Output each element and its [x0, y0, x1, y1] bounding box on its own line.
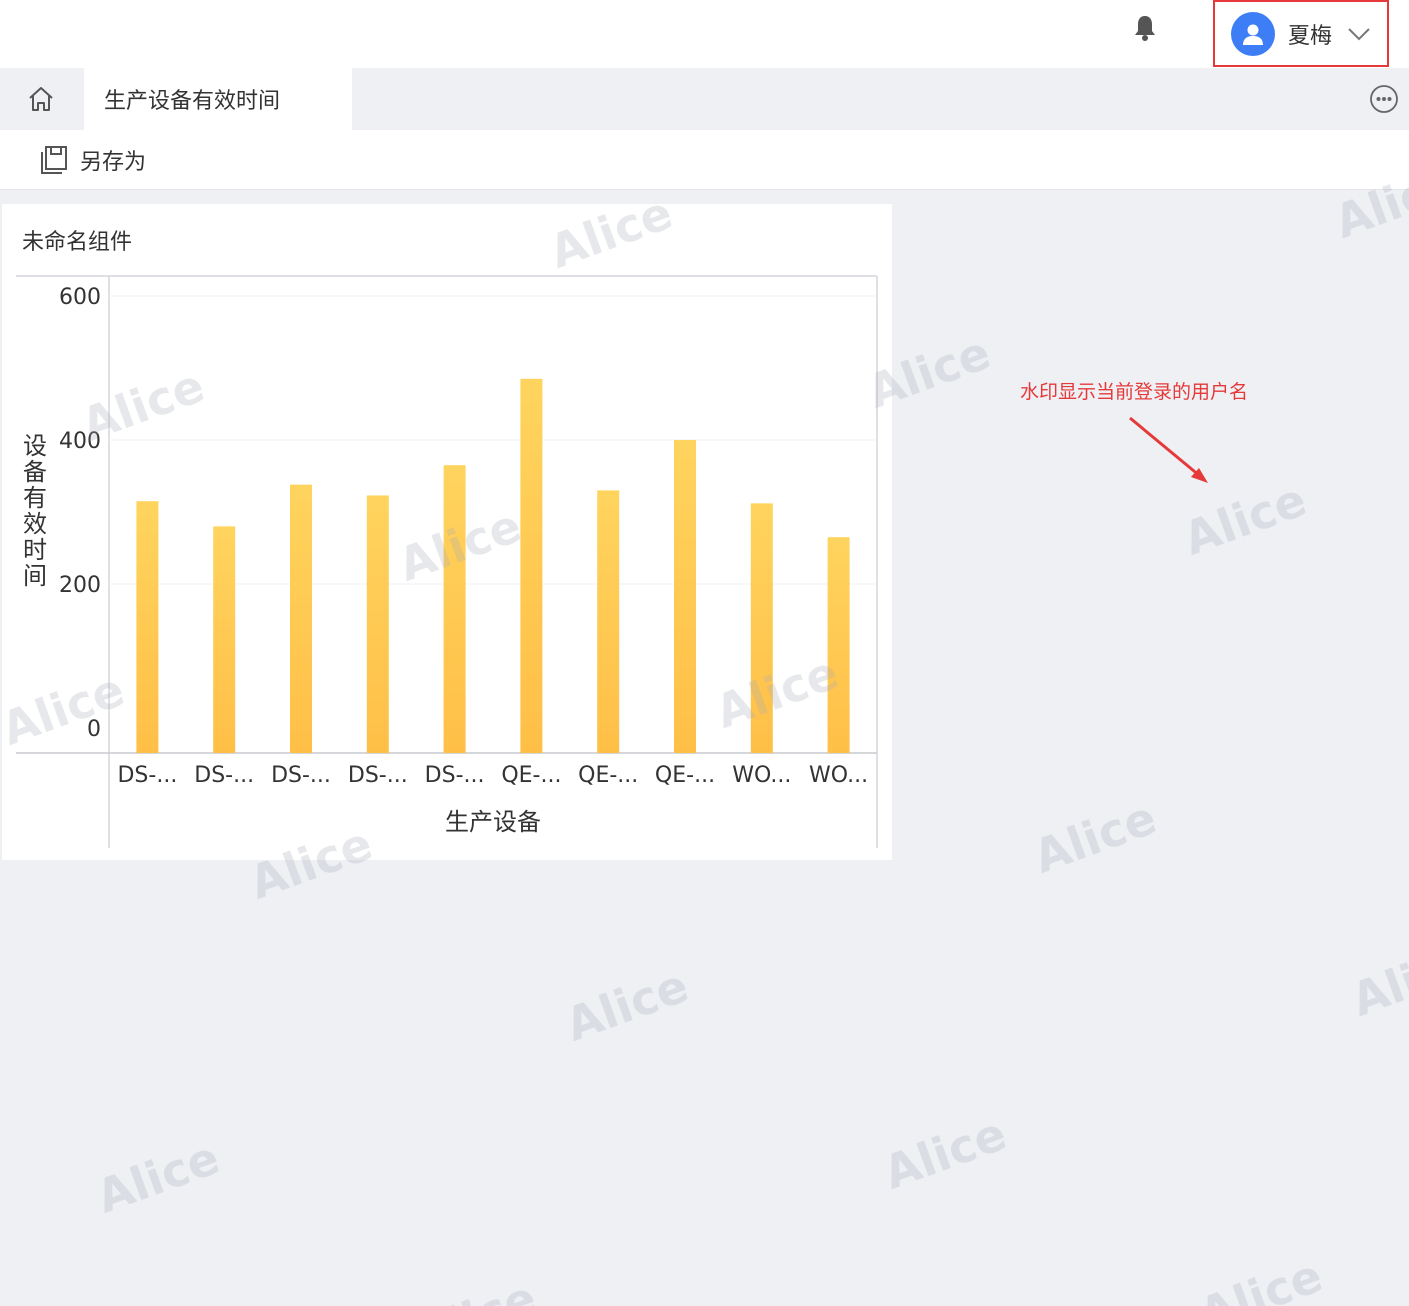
- y-axis-title-char: 间: [23, 562, 47, 590]
- annotation-arrow-icon: [1129, 416, 1208, 483]
- watermark-text: Alice: [1344, 933, 1409, 1027]
- bar: [750, 503, 773, 753]
- tab-production-equipment-time[interactable]: 生产设备有效时间: [84, 68, 352, 130]
- bell-icon[interactable]: [1132, 14, 1158, 42]
- y-axis-title-char: 有: [23, 484, 47, 512]
- y-tick-label: 400: [59, 429, 101, 454]
- bar: [443, 465, 466, 753]
- watermark-text: Alice: [1192, 1248, 1330, 1306]
- tab-label: 生产设备有效时间: [104, 89, 281, 114]
- x-tick-label: DS-...: [348, 763, 408, 788]
- user-avatar-icon: [1231, 11, 1275, 56]
- tab-bar: 生产设备有效时间: [0, 68, 1409, 130]
- y-axis-title-char: 设: [23, 432, 47, 460]
- y-axis-title-char: 时: [23, 536, 47, 564]
- x-tick-label: QE-...: [655, 763, 715, 788]
- user-menu[interactable]: 夏梅: [1213, 0, 1389, 67]
- watermark-text: Alice: [407, 1270, 544, 1306]
- y-tick-label: 600: [59, 285, 101, 310]
- home-tab[interactable]: [0, 68, 82, 130]
- top-bar: 夏梅: [0, 0, 1409, 68]
- save-as-label: 另存为: [80, 150, 147, 175]
- x-tick-label: WO...: [809, 763, 868, 788]
- toolbar: 另存为: [0, 130, 1409, 190]
- bar: [520, 378, 543, 753]
- watermark-text: Alice: [89, 1130, 227, 1224]
- y-tick-label: 200: [59, 573, 101, 598]
- annotation-text: 水印显示当前登录的用户名: [1020, 381, 1249, 403]
- x-tick-label: DS-...: [271, 763, 331, 788]
- bar: [136, 501, 159, 753]
- y-axis-title-char: 效: [23, 510, 47, 538]
- bar: [674, 440, 696, 753]
- more-icon[interactable]: [1369, 84, 1399, 114]
- y-axis-title-char: 备: [23, 458, 47, 486]
- save-as-icon: [41, 146, 67, 174]
- x-tick-label: DS-...: [194, 763, 254, 788]
- home-icon: [29, 87, 53, 111]
- x-axis-title: 生产设备: [445, 808, 541, 836]
- save-as-button[interactable]: 另存为: [40, 144, 146, 176]
- watermark-text: Alice: [876, 1106, 1014, 1200]
- bar: [366, 495, 389, 753]
- x-tick-label: DS-...: [425, 763, 485, 788]
- x-tick-label: WO...: [732, 763, 791, 788]
- bar: [213, 526, 236, 753]
- bar-chart: 0 200 400 600 DS-... DS-... DS-... DS-... DS-...…: [16, 275, 878, 848]
- bar: [597, 490, 620, 753]
- watermark-text: Alice: [558, 958, 696, 1052]
- bar: [290, 484, 312, 753]
- bar: [827, 537, 850, 753]
- username: 夏梅: [1288, 23, 1333, 49]
- chart-widget[interactable]: 未命名组件 0 200 400 600 DS-... DS-... DS-... DS-...…: [2, 204, 892, 860]
- watermark-text: Alice: [1026, 790, 1164, 884]
- x-tick-label: DS-...: [117, 763, 177, 788]
- x-tick-label: QE-...: [578, 763, 638, 788]
- chevron-down-icon: [1348, 27, 1370, 40]
- x-tick-label: QE-...: [501, 763, 561, 788]
- y-tick-label: 0: [87, 717, 101, 742]
